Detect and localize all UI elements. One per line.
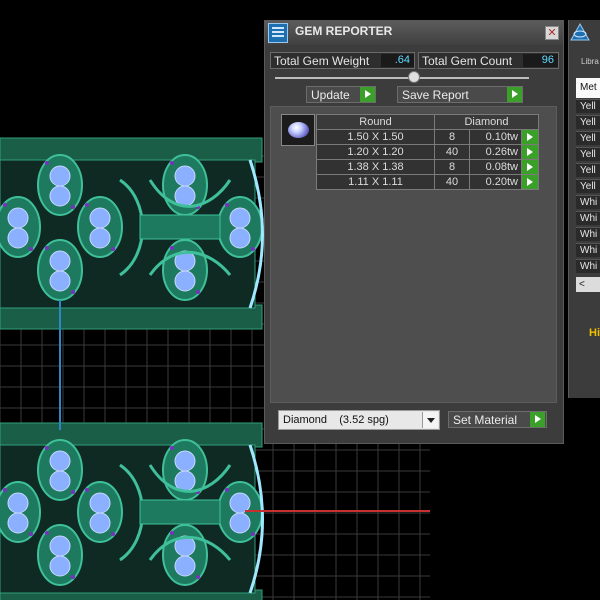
total-gem-weight-label: Total Gem Weight bbox=[274, 54, 370, 68]
gem-reporter-titlebar[interactable]: GEM REPORTER ✕ bbox=[265, 21, 563, 45]
library-icon bbox=[570, 22, 590, 41]
list-item[interactable]: Whi bbox=[576, 227, 600, 241]
list-item[interactable]: Yell bbox=[576, 147, 600, 161]
play-icon bbox=[360, 87, 375, 102]
scroll-left-button[interactable]: < bbox=[576, 277, 600, 292]
update-button[interactable]: Update bbox=[306, 86, 376, 103]
list-item[interactable]: Whi bbox=[576, 259, 600, 273]
total-gem-weight-value: .64 bbox=[394, 54, 410, 66]
table-row: 1.38 X 1.38 8 0.08tw bbox=[316, 159, 539, 175]
ring-model-bottom bbox=[0, 422, 264, 600]
play-icon bbox=[530, 412, 545, 427]
chevron-left-icon: < bbox=[579, 279, 585, 290]
table-row: 1.11 X 1.11 40 0.20tw bbox=[316, 174, 539, 190]
select-row-button[interactable] bbox=[521, 174, 539, 190]
gem-qty: 40 bbox=[434, 174, 470, 190]
total-gem-count-value: 96 bbox=[541, 54, 554, 66]
library-window: Libra Met Yell Yell Yell Yell Yell Yell Whi Whi… bbox=[568, 20, 600, 398]
list-item[interactable]: Yell bbox=[576, 115, 600, 129]
table-row: 1.20 X 1.20 40 0.26tw bbox=[316, 144, 539, 160]
library-tab[interactable]: Libra bbox=[581, 57, 599, 66]
material-select-value: Diamond (3.52 spg) bbox=[283, 414, 389, 426]
shape-header: Round bbox=[316, 114, 435, 130]
close-button[interactable]: ✕ bbox=[545, 26, 559, 40]
gem-size: 1.50 X 1.50 bbox=[316, 129, 435, 145]
total-gem-weight-field: Total Gem Weight .64 bbox=[270, 52, 415, 69]
material-header: Diamond bbox=[434, 114, 539, 130]
gem-weight: 0.10tw bbox=[469, 129, 522, 145]
update-label: Update bbox=[311, 88, 350, 102]
gem-table: Round Diamond 1.50 X 1.50 8 0.10tw 1.20 … bbox=[316, 114, 539, 190]
list-item[interactable]: Whi bbox=[576, 211, 600, 225]
gem-reporter-window: GEM REPORTER ✕ Total Gem Weight .64 Tota… bbox=[264, 20, 564, 444]
gem-weight: 0.08tw bbox=[469, 159, 522, 175]
highlight-label: Hi bbox=[589, 327, 600, 339]
select-row-button[interactable] bbox=[521, 159, 539, 175]
play-icon bbox=[507, 87, 522, 102]
set-material-label: Set Material bbox=[453, 413, 518, 427]
round-diamond-icon bbox=[288, 122, 309, 138]
window-title: GEM REPORTER bbox=[295, 24, 393, 38]
select-row-button[interactable] bbox=[521, 144, 539, 160]
gem-list-panel: Round Diamond 1.50 X 1.50 8 0.10tw 1.20 … bbox=[270, 106, 557, 403]
material-select[interactable]: Diamond (3.52 spg) bbox=[278, 410, 440, 430]
gem-weight: 0.20tw bbox=[469, 174, 522, 190]
close-icon: ✕ bbox=[547, 27, 557, 39]
total-gem-count-field: Total Gem Count 96 bbox=[418, 52, 559, 69]
list-item[interactable]: Yell bbox=[576, 99, 600, 113]
splitter-handle[interactable] bbox=[408, 71, 420, 83]
list-item[interactable]: Whi bbox=[576, 243, 600, 257]
chevron-down-icon[interactable] bbox=[422, 412, 438, 428]
total-gem-count-label: Total Gem Count bbox=[422, 54, 513, 68]
gem-weight: 0.26tw bbox=[469, 144, 522, 160]
gem-thumbnail[interactable] bbox=[281, 114, 315, 146]
gem-qty: 8 bbox=[434, 129, 470, 145]
set-material-button[interactable]: Set Material bbox=[448, 411, 547, 428]
gem-qty: 8 bbox=[434, 159, 470, 175]
save-report-button[interactable]: Save Report bbox=[397, 86, 523, 103]
report-icon bbox=[268, 23, 288, 43]
gem-size: 1.20 X 1.20 bbox=[316, 144, 435, 160]
save-report-label: Save Report bbox=[402, 88, 469, 102]
gem-table-header: Round Diamond bbox=[316, 114, 539, 130]
list-item[interactable]: Whi bbox=[576, 195, 600, 209]
list-item[interactable]: Yell bbox=[576, 179, 600, 193]
ring-model-top bbox=[0, 137, 264, 330]
splitter-track bbox=[275, 77, 529, 79]
gem-size: 1.11 X 1.11 bbox=[316, 174, 435, 190]
gem-size: 1.38 X 1.38 bbox=[316, 159, 435, 175]
gem-qty: 40 bbox=[434, 144, 470, 160]
library-header[interactable]: Met bbox=[576, 78, 600, 98]
list-item[interactable]: Yell bbox=[576, 131, 600, 145]
select-row-button[interactable] bbox=[521, 129, 539, 145]
list-item[interactable]: Yell bbox=[576, 163, 600, 177]
table-row: 1.50 X 1.50 8 0.10tw bbox=[316, 129, 539, 145]
